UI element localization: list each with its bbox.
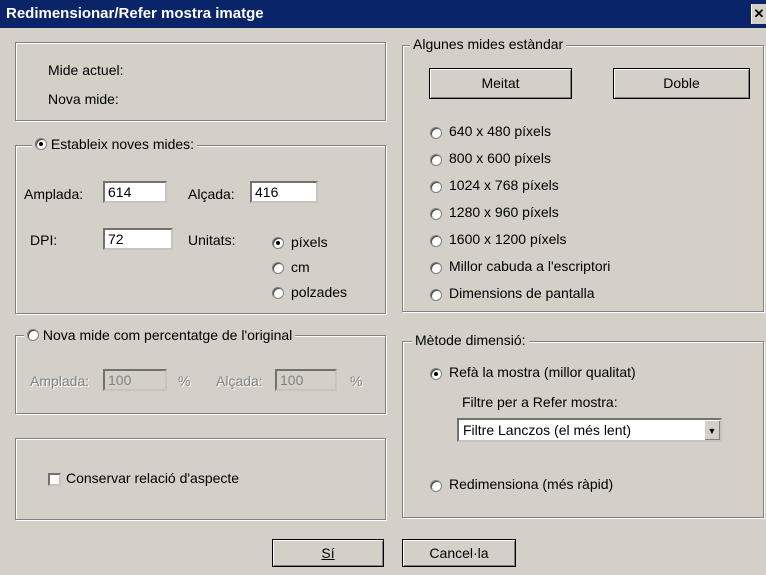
units-cm-label: cm: [291, 259, 310, 275]
close-icon[interactable]: ✕: [751, 4, 766, 24]
resample-radio[interactable]: [430, 368, 442, 380]
title-bar: Redimensionar/Refer mostra imatge ✕: [0, 0, 766, 28]
size-1600-label: 1600 x 1200 píxels: [449, 231, 567, 247]
screen-dimensions-label: Dimensions de pantalla: [449, 285, 595, 301]
height-input[interactable]: 416: [250, 181, 318, 203]
units-pixels-radio[interactable]: [272, 237, 284, 249]
current-size-label: Mide actuel:: [48, 62, 124, 78]
dpi-input[interactable]: 72: [103, 228, 173, 250]
percentage-label: Nova mide com percentatge de l'original: [42, 327, 293, 343]
size-640-radio[interactable]: [430, 127, 442, 139]
height-label: Alçada:: [188, 186, 235, 202]
units-label: Unitats:: [188, 232, 236, 248]
keep-aspect-label: Conservar relació d'aspecte: [66, 470, 240, 486]
resize-label: Redimensiona (més ràpid): [449, 476, 614, 492]
size-1280-label: 1280 x 960 píxels: [449, 204, 559, 220]
set-new-sizes-label: Estableix noves mides:: [50, 136, 195, 152]
size-1600-radio[interactable]: [430, 235, 442, 247]
chevron-down-icon[interactable]: ▼: [704, 420, 720, 440]
pct-width-percent: %: [178, 373, 191, 389]
pct-height-input[interactable]: 100: [275, 369, 337, 391]
pct-width-input[interactable]: 100: [103, 369, 167, 391]
units-pixels-label: píxels: [291, 234, 328, 250]
size-1280-radio[interactable]: [430, 208, 442, 220]
size-640-label: 640 x 480 píxels: [449, 123, 551, 139]
best-fit-radio[interactable]: [430, 262, 442, 274]
keep-aspect-checkbox[interactable]: [48, 473, 61, 486]
filter-select[interactable]: Filtre Lanczos (el més lent) ▼: [457, 418, 722, 442]
size-1024-label: 1024 x 768 píxels: [449, 177, 559, 193]
cancel-button[interactable]: Cancel·la: [402, 539, 516, 567]
filter-select-value: Filtre Lanczos (el més lent): [463, 422, 632, 438]
resize-radio[interactable]: [430, 480, 442, 492]
half-button[interactable]: Meitat: [429, 68, 572, 99]
dpi-label: DPI:: [30, 232, 58, 248]
screen-dimensions-radio[interactable]: [430, 289, 442, 301]
ok-button-label: Sí: [321, 545, 335, 561]
current-size-group: [15, 42, 386, 121]
cancel-button-label: Cancel·la: [429, 545, 489, 561]
units-cm-radio[interactable]: [272, 262, 284, 274]
pct-height-percent: %: [350, 373, 363, 389]
size-800-radio[interactable]: [430, 154, 442, 166]
size-1024-radio[interactable]: [430, 181, 442, 193]
units-inches-label: polzades: [291, 284, 348, 300]
set-new-sizes-legend[interactable]: Estableix noves mides:: [32, 136, 198, 152]
width-input[interactable]: 614: [103, 181, 167, 203]
new-size-label: Nova mide:: [48, 91, 119, 107]
percentage-radio[interactable]: [27, 329, 39, 341]
ok-button[interactable]: Sí: [272, 539, 384, 567]
width-label: Amplada:: [24, 186, 84, 202]
double-button[interactable]: Doble: [613, 68, 750, 99]
pct-height-label: Alçada:: [216, 373, 263, 389]
resample-label: Refà la mostra (millor qualitat): [449, 364, 636, 380]
best-fit-label: Millor cabuda a l'escriptori: [449, 258, 611, 274]
size-800-label: 800 x 600 píxels: [449, 150, 551, 166]
filter-label: Filtre per a Refer mostra:: [462, 394, 618, 410]
pct-width-label: Amplada:: [30, 373, 90, 389]
set-new-sizes-radio[interactable]: [35, 138, 47, 150]
method-legend: Mètode dimensió:: [412, 332, 529, 348]
percentage-legend[interactable]: Nova mide com percentatge de l'original: [24, 327, 296, 343]
window-title: Redimensionar/Refer mostra imatge: [6, 5, 264, 22]
standard-sizes-legend: Algunes mides estàndar: [410, 36, 567, 52]
units-inches-radio[interactable]: [272, 287, 284, 299]
